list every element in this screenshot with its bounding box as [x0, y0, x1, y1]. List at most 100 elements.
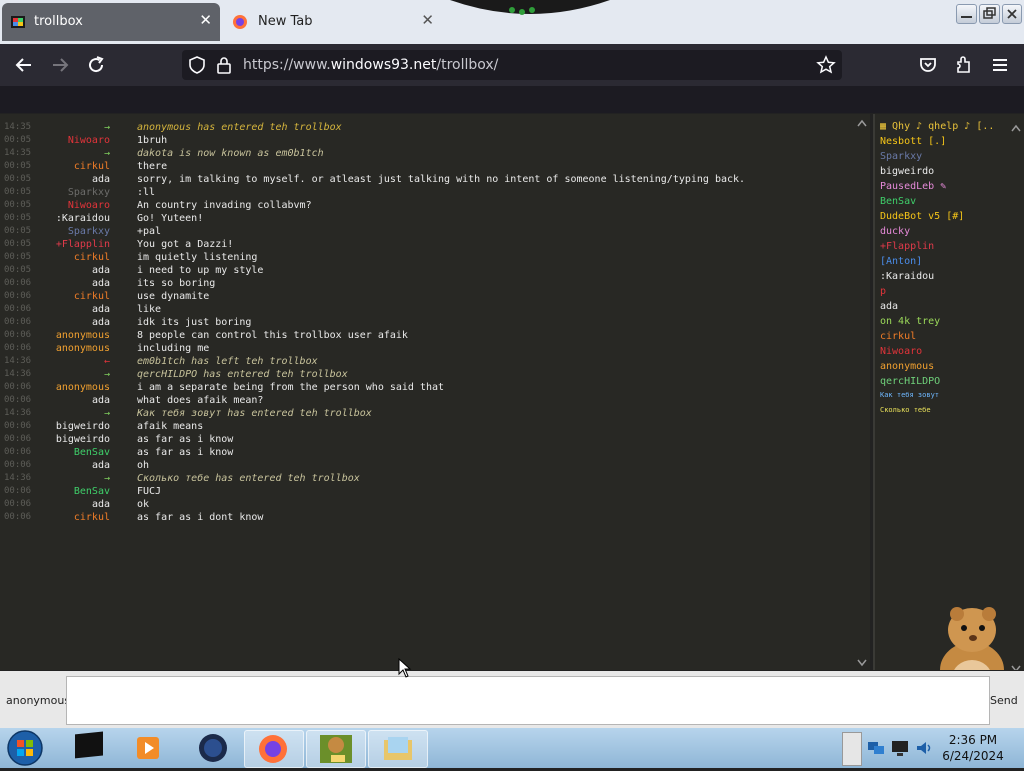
tab-new-tab[interactable]: New Tab ✕ [224, 3, 442, 41]
message-nickname[interactable]: bigweirdo [56, 420, 110, 433]
user-list-item[interactable]: BenSav [880, 196, 916, 207]
bookmarks-toolbar [0, 86, 1024, 113]
user-list-item[interactable]: on 4k trey [880, 316, 940, 327]
message-nickname[interactable]: cirkul [74, 511, 110, 524]
taskbar-media-player-button[interactable] [120, 730, 178, 766]
user-list-item[interactable]: p [880, 286, 886, 297]
send-button[interactable]: Send [990, 694, 1018, 707]
chat-message: 00:06 BenSav FUCJ [0, 485, 855, 498]
close-window-button[interactable] [1002, 4, 1022, 24]
message-nickname[interactable]: ada [92, 264, 110, 277]
message-nickname[interactable]: Sparkxy [68, 186, 110, 199]
taskbar-firefox-button[interactable] [244, 730, 304, 768]
message-nickname[interactable]: bigweirdo [56, 433, 110, 446]
tab-trollbox[interactable]: trollbox ✕ [2, 3, 220, 41]
message-text: im quietly listening [137, 252, 258, 263]
user-list-item[interactable]: Sparkxy [880, 151, 922, 162]
user-list-item[interactable]: Nesbott [.] [880, 136, 946, 147]
taskbar-bonzibox-button[interactable] [306, 730, 366, 768]
message-nickname[interactable]: :Karaidou [56, 212, 110, 225]
chat-scrollbar[interactable] [856, 118, 868, 668]
message-text: An country invading collabvm? [137, 200, 312, 211]
message-nickname[interactable]: ada [92, 394, 110, 407]
user-list-item[interactable]: PausedLeb ✎ [880, 181, 946, 192]
message-timestamp: 00:06 [4, 343, 32, 353]
menu-hamburger-icon[interactable] [988, 53, 1012, 77]
message-timestamp: 00:06 [4, 304, 32, 314]
tab-close-icon[interactable]: ✕ [421, 12, 434, 28]
firefox-icon [232, 14, 248, 30]
taskbar-globe-button[interactable] [184, 730, 242, 766]
tray-volume-icon[interactable] [914, 738, 934, 762]
user-list-item[interactable]: +Flapplin [880, 241, 934, 252]
system-arrow-icon: → [103, 122, 110, 133]
taskbar-explorer-button[interactable] [368, 730, 428, 768]
show-hidden-icons-button[interactable] [842, 732, 862, 766]
user-list-item[interactable]: DudeBot v5 [#] [880, 211, 964, 222]
user-list-item[interactable]: bigweirdo [880, 166, 934, 177]
start-orb-button[interactable] [6, 729, 44, 771]
chat-message: 00:06 ada like [0, 303, 855, 316]
tab-close-icon[interactable]: ✕ [199, 12, 212, 28]
pocket-icon[interactable] [916, 53, 940, 77]
message-nickname[interactable]: cirkul [74, 160, 110, 173]
tracking-shield-icon[interactable] [188, 55, 206, 79]
chat-system-message: 14:36 → Сколько тебе has entered teh troll… [0, 472, 855, 485]
minimize-window-button[interactable] [956, 4, 977, 24]
message-nickname[interactable]: +Flapplin [56, 238, 110, 251]
user-list-item[interactable]: cirkul [880, 331, 916, 342]
restore-window-button[interactable] [979, 4, 1000, 24]
current-nickname[interactable]: anonymous [6, 694, 70, 707]
message-nickname[interactable]: ada [92, 277, 110, 290]
tray-network-icon[interactable] [866, 738, 886, 762]
user-list-item[interactable]: [Anton] [880, 256, 922, 267]
message-nickname[interactable]: Sparkxy [68, 225, 110, 238]
message-nickname[interactable]: ada [92, 316, 110, 329]
message-nickname[interactable]: cirkul [74, 251, 110, 264]
message-text: i need to up my style [137, 265, 264, 276]
system-arrow-icon: → [103, 148, 110, 159]
chat-message: 00:05:Karaidou Go! Yuteen! [0, 212, 855, 225]
message-nickname[interactable]: BenSav [74, 485, 110, 498]
url-text[interactable]: https://www.windows93.net/trollbox/ [243, 57, 498, 73]
message-nickname[interactable]: ada [92, 303, 110, 316]
user-list-item[interactable]: Niwoaro [880, 346, 922, 357]
user-list-item[interactable]: qercHILDPO [880, 376, 940, 387]
message-timestamp: 00:06 [4, 395, 32, 405]
clock-time: 2:36 PM [948, 733, 998, 747]
message-nickname[interactable]: anonymous [56, 342, 110, 355]
user-list-item[interactable]: Сколько тебе [880, 406, 931, 414]
message-text: what does afaik mean? [137, 395, 264, 406]
taskbar-cmd-button[interactable] [60, 730, 118, 766]
reload-icon[interactable] [84, 53, 108, 77]
user-list-item[interactable]: Как тебя зовут [880, 391, 939, 399]
address-bar[interactable]: https://www.windows93.net/trollbox/ [182, 50, 842, 80]
system-clock[interactable]: 2:36 PM 6/24/2024 [940, 732, 1006, 764]
user-list-item[interactable]: :Karaidou [880, 271, 934, 282]
message-nickname[interactable]: anonymous [56, 381, 110, 394]
lock-icon[interactable] [216, 55, 232, 79]
message-nickname[interactable]: anonymous [56, 329, 110, 342]
bookmark-star-icon[interactable] [816, 55, 836, 79]
message-nickname[interactable]: ada [92, 498, 110, 511]
chat-message: 00:06 cirkul use dynamite [0, 290, 855, 303]
userlist-scroll-up-icon[interactable] [1011, 117, 1021, 136]
user-list-item[interactable]: anonymous [880, 361, 934, 372]
user-list-item[interactable]: ducky [880, 226, 910, 237]
message-nickname[interactable]: ada [92, 459, 110, 472]
message-input[interactable] [66, 676, 990, 725]
chat-message: 00:06 anonymous 8 people can control this … [0, 329, 855, 342]
user-list-item[interactable]: ada [880, 301, 898, 312]
message-nickname[interactable]: BenSav [74, 446, 110, 459]
message-nickname[interactable]: Niwoaro [68, 199, 110, 212]
tray-display-icon[interactable] [890, 738, 910, 762]
message-nickname[interactable]: ada [92, 173, 110, 186]
message-text: idk its just boring [137, 317, 252, 328]
user-list-item[interactable]: ▦ Qhy ♪ qhelp ♪ [.. [880, 121, 994, 132]
message-timestamp: 14:36 [4, 356, 32, 366]
forward-arrow-icon[interactable] [48, 53, 72, 77]
message-nickname[interactable]: cirkul [74, 290, 110, 303]
extensions-icon[interactable] [952, 53, 976, 77]
message-nickname[interactable]: Niwoaro [68, 134, 110, 147]
back-arrow-icon[interactable] [12, 53, 36, 77]
